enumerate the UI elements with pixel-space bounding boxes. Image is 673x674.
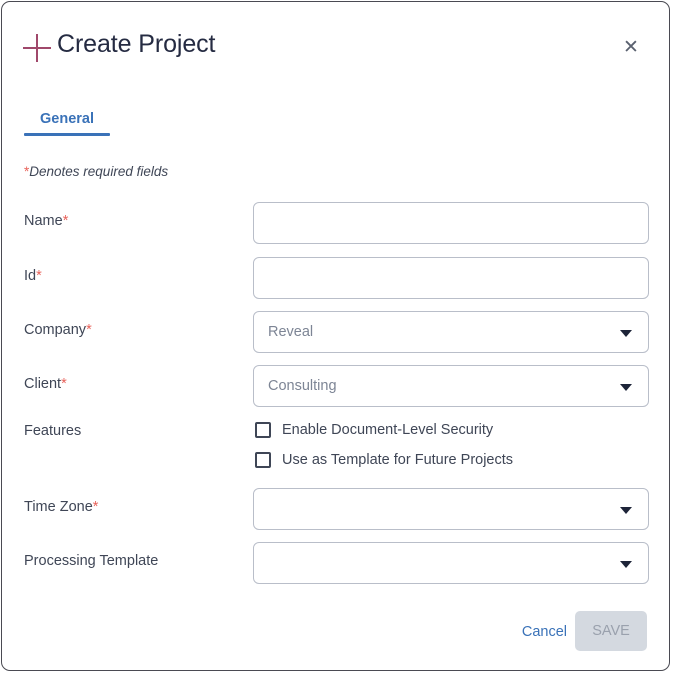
form-row-name: Name* [2,202,669,244]
form-row-processing-template: Processing Template [2,542,669,584]
label-id: Id* [24,268,42,284]
company-select-value: Reveal [268,324,314,340]
required-fields-note: *Denotes required fields [24,164,168,179]
tab-general[interactable]: General [24,111,110,136]
form-row-company: Company* Reveal [2,311,669,353]
tab-general-label: General [40,111,94,127]
chevron-down-icon [620,561,632,568]
required-note-text: Denotes required fields [29,164,169,179]
plus-icon [22,33,52,63]
label-processing-template: Processing Template [24,553,159,569]
create-project-dialog: Create Project ✕ General *Denotes requir… [1,1,670,671]
checkbox-label-document-level-security: Enable Document-Level Security [282,422,494,438]
chevron-down-icon [620,507,632,514]
label-time-zone: Time Zone* [24,499,99,515]
checkbox-use-as-template[interactable] [255,452,271,468]
save-button[interactable]: SAVE [575,611,647,651]
dialog-footer: Cancel SAVE [2,602,669,670]
cancel-button[interactable]: Cancel [516,616,573,648]
processing-template-select[interactable] [253,542,649,584]
label-features: Features [24,423,82,439]
chevron-down-icon [620,330,632,337]
name-input[interactable] [253,202,649,244]
id-input[interactable] [253,257,649,299]
checkbox-label-use-as-template: Use as Template for Future Projects [282,452,514,468]
client-select[interactable]: Consulting [253,365,649,407]
checkbox-document-level-security[interactable] [255,422,271,438]
form-row-time-zone: Time Zone* [2,488,669,530]
label-client: Client* [24,376,67,392]
checkbox-row-document-level-security[interactable]: Enable Document-Level Security [255,422,493,438]
dialog-header: Create Project ✕ [2,2,669,90]
page-title: Create Project [57,30,216,58]
time-zone-select[interactable] [253,488,649,530]
form-row-client: Client* Consulting [2,365,669,407]
label-name: Name* [24,213,69,229]
tabbar: General [24,110,110,142]
label-company: Company* [24,322,92,338]
form-row-features: Features Enable Document-Level Security … [2,422,669,478]
form-row-id: Id* [2,257,669,299]
close-icon[interactable]: ✕ [617,34,645,62]
client-select-value: Consulting [268,378,337,394]
company-select[interactable]: Reveal [253,311,649,353]
chevron-down-icon [620,384,632,391]
checkbox-row-use-as-template[interactable]: Use as Template for Future Projects [255,452,513,468]
